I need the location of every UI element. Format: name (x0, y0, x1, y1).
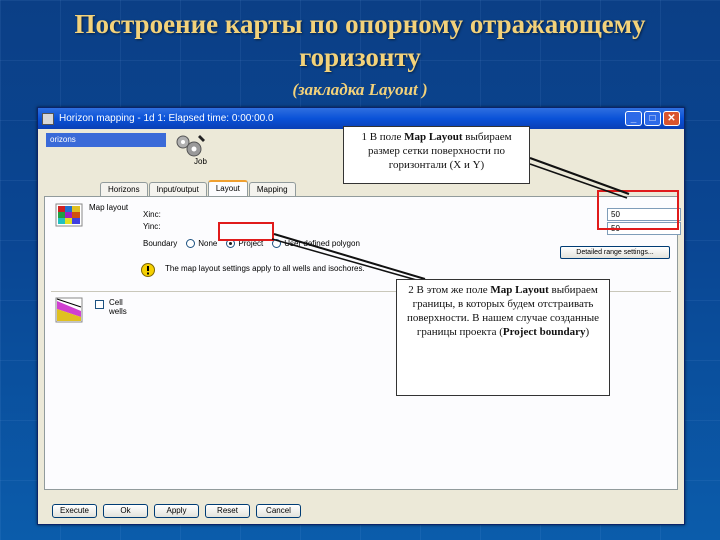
callout1-text-1: 1 В поле (361, 131, 405, 143)
xy-inputs-highlight (597, 190, 679, 230)
tab-horizons[interactable]: Horizons (100, 182, 148, 196)
radio-none[interactable] (186, 238, 196, 248)
cell-label: Cell (109, 298, 123, 307)
close-button[interactable]: ✕ (663, 111, 680, 126)
project-option-highlight (218, 222, 274, 241)
callout2-bold-1: Map Layout (490, 284, 549, 296)
slide-title-line2: горизонту (299, 42, 421, 72)
xinc-label: Xinc: (143, 210, 161, 219)
dialog-buttons: Execute Ok Apply Reset Cancel (52, 504, 307, 518)
warning-text: The map layout settings apply to all wel… (165, 264, 365, 273)
callout1-bold: Map Layout (404, 131, 463, 143)
cell-wells-icon (55, 297, 83, 323)
radio-user-polygon-label: User defined polygon (284, 238, 360, 248)
wells-label: wells (109, 307, 127, 316)
app-icon (42, 112, 54, 125)
callout2-bold-2: Project boundary (502, 326, 586, 338)
map-layout-label: Map layout (89, 203, 129, 212)
warning-icon (141, 263, 155, 277)
tab-bar: Horizons Input/output Layout Mapping (100, 180, 297, 197)
cancel-button[interactable]: Cancel (256, 504, 301, 518)
callout2-text-1: 2 В этом же поле (408, 284, 491, 296)
maximize-button[interactable]: □ (644, 111, 661, 126)
horizons-list[interactable]: orizons (46, 133, 166, 147)
tab-mapping[interactable]: Mapping (248, 182, 296, 196)
detailed-range-settings-button[interactable]: Detailed range settings... (560, 246, 670, 259)
callout-boundary: 2 В этом же поле Map Layout выбираем гра… (396, 279, 610, 396)
tab-input-output[interactable]: Input/output (148, 182, 207, 196)
job-label: Job (194, 157, 207, 166)
window-title: Horizon mapping - 1d 1: Elapsed time: 0:… (59, 113, 274, 124)
reset-button[interactable]: Reset (205, 504, 250, 518)
apply-button[interactable]: Apply (154, 504, 199, 518)
minimize-button[interactable]: _ (625, 111, 642, 126)
slide-subtitle: (закладка Layout ) (292, 80, 428, 99)
callout-grid-size: 1 В поле Map Layout выбираем размер сетк… (343, 126, 530, 184)
slide-title-line1: Построение карты по опорному отражающему (74, 9, 646, 39)
callout2-text-3: ) (585, 326, 590, 338)
execute-button[interactable]: Execute (52, 504, 97, 518)
boundary-label: Boundary (143, 238, 178, 248)
yinc-label: Yinc: (143, 222, 161, 231)
map-layout-icon (55, 203, 83, 227)
ok-button[interactable]: Ok (103, 504, 148, 518)
cell-checkbox[interactable] (95, 300, 104, 309)
tab-layout[interactable]: Layout (207, 180, 248, 196)
radio-none-label: None (198, 238, 218, 248)
slide-title: Построение карты по опорному отражающему… (0, 8, 720, 74)
